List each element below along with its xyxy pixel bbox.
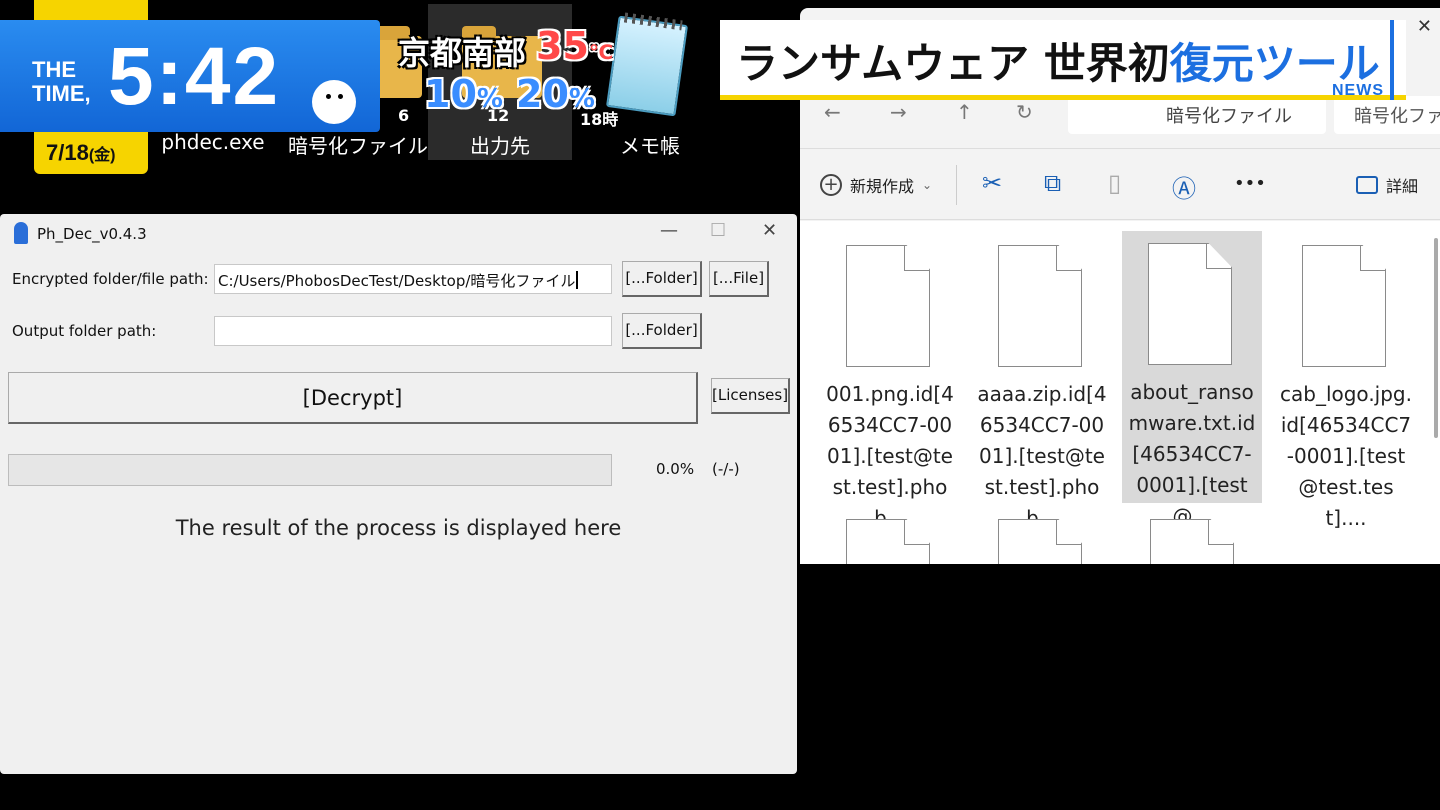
file-item[interactable]: aaaa.zip.id[46534CC7-0001].[test@test.te… bbox=[972, 233, 1112, 530]
clock: 5:42 bbox=[108, 31, 281, 122]
precip-hour-2: 12 bbox=[487, 106, 510, 125]
chevron-down-icon: ⌄ bbox=[922, 178, 933, 192]
document-icon bbox=[1150, 519, 1234, 564]
date-badge: 7/18(金) bbox=[34, 132, 148, 174]
time-accent-bar bbox=[34, 0, 148, 22]
scrollbar[interactable] bbox=[1434, 238, 1438, 438]
weather-temperature: 35℃ bbox=[536, 24, 613, 68]
details-pane-icon bbox=[1356, 176, 1378, 194]
text-caret bbox=[576, 271, 579, 289]
temperature-unit: ℃ bbox=[588, 40, 614, 64]
refresh-icon[interactable]: ↻ bbox=[1016, 100, 1033, 124]
encrypted-path-value: C:/Users/PhobosDecTest/Desktop/暗号化ファイル bbox=[218, 272, 576, 290]
mascot-bird-icon bbox=[312, 80, 356, 124]
new-label: 新規作成 bbox=[850, 177, 915, 196]
show-logo-line2: TIME, bbox=[32, 81, 91, 106]
output-path-label: Output folder path: bbox=[12, 322, 157, 340]
precip-value: 20 bbox=[516, 72, 569, 116]
document-icon bbox=[1148, 243, 1232, 365]
precip-value: 10 bbox=[424, 72, 477, 116]
back-icon[interactable]: ← bbox=[824, 100, 841, 124]
desktop-icon-label: phdec.exe bbox=[161, 130, 265, 154]
details-button[interactable]: 詳細 bbox=[1356, 173, 1418, 197]
minimize-icon[interactable]: — bbox=[660, 220, 678, 241]
desktop-icon-label: 出力先 bbox=[470, 134, 530, 158]
notepad-icon bbox=[605, 15, 689, 117]
copy-icon[interactable]: ⧉ bbox=[1044, 169, 1061, 197]
app-icon bbox=[14, 222, 28, 244]
headline-main: ランサムウェア 世界初 bbox=[736, 39, 1170, 88]
headline-accent-bar bbox=[1390, 20, 1394, 100]
details-label: 詳細 bbox=[1386, 177, 1419, 196]
paste-icon[interactable]: ▯ bbox=[1108, 169, 1121, 197]
file-item-selected[interactable]: about_ransomware.txt.id[46534CC7-0001].[… bbox=[1122, 231, 1262, 528]
file-grid: 001.png.id[46534CC7-0001].[test@test.tes… bbox=[800, 221, 1440, 564]
file-item-partial[interactable] bbox=[972, 507, 1112, 564]
document-icon bbox=[846, 245, 930, 367]
show-logo: THE TIME, bbox=[32, 58, 91, 106]
temperature-value: 35 bbox=[536, 24, 589, 68]
licenses-button[interactable]: [Licenses] bbox=[711, 378, 790, 414]
file-item[interactable]: 001.png.id[46534CC7-0001].[test@test.tes… bbox=[820, 233, 960, 530]
precip-hour-3: 18時 bbox=[580, 110, 619, 129]
headline-text: ランサムウェア 世界初復元ツール bbox=[736, 30, 1380, 91]
maximize-icon[interactable]: ☐ bbox=[710, 220, 726, 241]
document-icon bbox=[1302, 245, 1386, 367]
window-title: Ph_Dec_v0.4.3 bbox=[37, 225, 147, 243]
encrypted-path-label: Encrypted folder/file path: bbox=[12, 270, 209, 288]
desktop-icon-label: 暗号化ファイル bbox=[288, 134, 428, 158]
document-icon bbox=[846, 519, 930, 564]
more-icon[interactable]: ••• bbox=[1234, 173, 1266, 194]
plus-icon: + bbox=[820, 174, 842, 196]
up-icon[interactable]: ↑ bbox=[956, 100, 973, 124]
file-item-partial[interactable] bbox=[1124, 507, 1264, 564]
day-of-week: (金) bbox=[88, 147, 116, 164]
search-text: 暗号化ファイ bbox=[1354, 106, 1440, 127]
close-icon[interactable]: ✕ bbox=[762, 220, 777, 241]
new-button[interactable]: + 新規作成 ⌄ bbox=[820, 173, 932, 197]
date: 7/18 bbox=[46, 140, 89, 165]
document-icon bbox=[998, 519, 1082, 564]
output-folder-button[interactable]: [...Folder] bbox=[622, 313, 702, 349]
encrypted-folder-button[interactable]: [...Folder] bbox=[622, 261, 702, 297]
rename-icon[interactable]: Ⓐ bbox=[1172, 169, 1196, 204]
news-headline-banner: ランサムウェア 世界初復元ツール NEWS bbox=[720, 20, 1406, 100]
cut-icon[interactable]: ✂ bbox=[982, 169, 1002, 197]
address-text: 暗号化ファイル bbox=[1166, 106, 1292, 127]
progress-bar bbox=[8, 454, 612, 486]
show-logo-line1: THE bbox=[32, 57, 76, 82]
close-icon[interactable]: ✕ bbox=[1417, 16, 1432, 37]
forward-icon[interactable]: → bbox=[890, 100, 907, 124]
progress-count: (-/-) bbox=[712, 460, 740, 478]
desktop-icon-label: メモ帳 bbox=[620, 134, 680, 158]
divider bbox=[956, 165, 957, 205]
explorer-command-bar: + 新規作成 ⌄ ✂ ⧉ ▯ Ⓐ ••• 詳細 bbox=[800, 148, 1440, 220]
decrypt-button[interactable]: [Decrypt] bbox=[8, 372, 698, 424]
result-text: The result of the process is displayed h… bbox=[175, 516, 622, 540]
time-overlay: THE TIME, 5:42 bbox=[0, 20, 380, 132]
precip-hour-1: 6 bbox=[398, 106, 410, 125]
news-tag: NEWS bbox=[1332, 82, 1384, 99]
document-icon bbox=[998, 245, 1082, 367]
title-bar[interactable]: Ph_Dec_v0.4.3 — ☐ ✕ bbox=[0, 214, 797, 254]
search-box[interactable]: 暗号化ファイ bbox=[1334, 96, 1440, 134]
file-item[interactable]: cab_logo.jpg.id[46534CC7-0001].[test@tes… bbox=[1276, 233, 1416, 530]
address-bar[interactable]: 暗号化ファイル bbox=[1068, 96, 1326, 134]
headline-highlight: 復元ツール bbox=[1169, 39, 1380, 88]
progress-percent: 0.0% bbox=[656, 460, 695, 478]
encrypted-path-input[interactable]: C:/Users/PhobosDecTest/Desktop/暗号化ファイル bbox=[214, 264, 612, 294]
phdec-window: Ph_Dec_v0.4.3 — ☐ ✕ Encrypted folder/fil… bbox=[0, 214, 797, 774]
file-name: cab_logo.jpg.id[46534CC7-0001].[test@tes… bbox=[1280, 382, 1412, 530]
output-path-input[interactable] bbox=[214, 316, 612, 346]
encrypted-file-button[interactable]: [...File] bbox=[709, 261, 769, 297]
file-item-partial[interactable] bbox=[820, 507, 960, 564]
weather-place: 京都南部 bbox=[398, 34, 527, 72]
